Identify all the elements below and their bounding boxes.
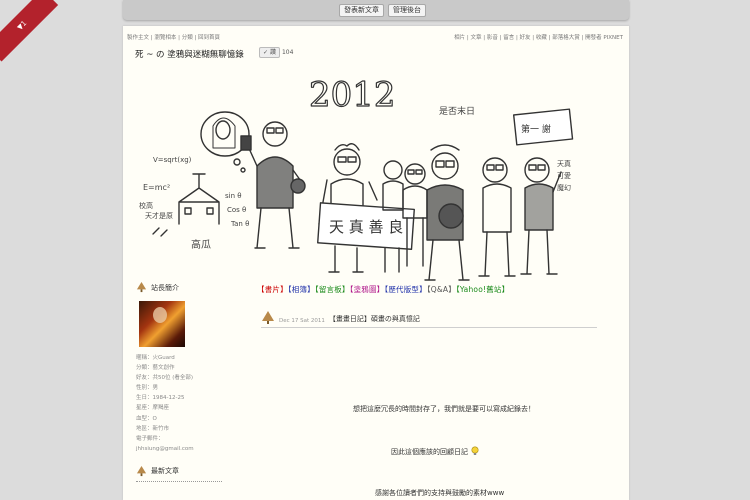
post-paragraph-2: 因此這個應該的回顧日記 [391, 448, 468, 456]
blog-title[interactable]: 死 ~ の 塗鴉與迷糊無聊憶錄 [135, 48, 244, 60]
doodle-note-2: 天才是原 [145, 211, 173, 220]
banner-sign2-c: 可愛 [557, 171, 571, 180]
banner-sign-text: 天 真 善 良 [329, 218, 403, 236]
nav-link-doodles[interactable]: 【塗鴉圖】 [350, 285, 385, 294]
doodle-formula-3: sin θ [225, 192, 242, 200]
profile-zodiac: 星座：摩羯座 [136, 405, 170, 412]
post-paragraph-1: 想把這麼冗長的時間封存了，我們就是要可以寫成紀錄去！ [353, 405, 535, 413]
recent-posts-title: 最新文章 [151, 467, 179, 476]
lightbulb-icon [471, 446, 479, 455]
doodle-note-1: 校高 [139, 201, 153, 210]
banner-year-note: 是否末日 [439, 105, 475, 117]
post-paragraph-3: 感謝各位讀者們的支持與鼓勵的素材www [375, 489, 505, 497]
sidebar: 站長簡介 暱稱：火Guard 分類：藝文創作 好友：共50位 (看全部) 性別：… [136, 282, 246, 482]
breadcrumb[interactable]: 製作主文 | 瀏覽相本 | 分類 | 回到首頁 [127, 33, 220, 41]
profile-info: 暱稱：火Guard 分類：藝文創作 好友：共50位 (看全部) 性別：男 生日：… [136, 353, 246, 454]
nav-link-yahoo[interactable]: 【Yahoo!舊站】 [456, 285, 509, 294]
nav-link-qa[interactable]: 【Q&A】 [427, 285, 456, 294]
banner-sign2-b: 天真 [557, 159, 571, 168]
profile-section-header: 站長簡介 [136, 282, 246, 293]
header-banner-drawing: 2012 是否末日 V=sqrt(xg) E=mc² sin θ Cos θ T… [139, 74, 574, 281]
tree-icon [262, 311, 274, 324]
main-content: 【書片】【相簿】【留言板】【塗鴉圖】【歷代版型】【Q&A】【Yahoo!舊站】 … [257, 284, 597, 497]
like-label: 讚 [269, 49, 276, 56]
corner-badge[interactable]: ▼1 [0, 0, 59, 62]
nav-link-themes[interactable]: 【歷代版型】 [384, 285, 426, 294]
like-button[interactable]: ✓ 讚 [259, 47, 280, 58]
tree-icon [136, 282, 147, 293]
doodle-formula-4: Cos θ [227, 206, 246, 214]
nav-link-photos[interactable]: 【書片】 [257, 285, 288, 294]
nav-link-guestbook[interactable]: 【留言板】 [315, 285, 350, 294]
profile-friends[interactable]: 好友：共50位 (看全部) [136, 373, 246, 383]
profile-category[interactable]: 分類：藝文創作 [136, 363, 246, 373]
doodle-formula-2: E=mc² [143, 183, 170, 192]
banner-year: 2012 [309, 75, 396, 115]
doodle-formula-5: Tan θ [230, 220, 249, 228]
blog-page: 製作主文 | 瀏覽相本 | 分類 | 回到首頁 相片 | 文章 | 影音 | 留… [123, 26, 629, 500]
avatar[interactable] [139, 301, 185, 347]
like-count: 104 [281, 49, 294, 56]
admin-button[interactable]: 管理後台 [388, 4, 426, 17]
post-paragraph-2-wrap: 因此這個應該的回顧日記 [391, 446, 480, 457]
profile-blood-type: 血型：O [136, 415, 157, 422]
nav-link-albums[interactable]: 【相簿】 [288, 285, 315, 294]
user-menu[interactable]: 相片 | 文章 | 影音 | 留言 | 好友 | 收藏 | 部落格大賞 | 開發… [454, 33, 623, 41]
doodle-formula-1: V=sqrt(xg) [153, 156, 192, 164]
post-title[interactable]: 【畫畫日記】碩畫の與真憶記 [329, 314, 420, 324]
profile-nickname: 暱稱：火Guard [136, 355, 175, 361]
doodle-note-3: 高瓜 [191, 238, 211, 251]
tree-icon [136, 465, 147, 477]
profile-section-title: 站長簡介 [151, 283, 179, 292]
banner-sign2-a: 第一 謝 [521, 123, 551, 135]
new-post-button[interactable]: 發表新文章 [339, 4, 384, 17]
profile-email[interactable]: jhhsiung@gmail.com [136, 444, 246, 454]
post-header: Dec 17 Sat 2011 【畫畫日記】碩畫の與真憶記 [261, 311, 595, 325]
divider [136, 480, 222, 482]
banner-sign2-d: 魔幻 [557, 183, 571, 192]
profile-email-label: 電子郵件： [136, 435, 164, 442]
top-toolbar: 發表新文章 管理後台 [123, 0, 629, 20]
quick-nav: 【書片】【相簿】【留言板】【塗鴉圖】【歷代版型】【Q&A】【Yahoo!舊站】 [257, 284, 597, 295]
profile-region: 地區：新竹市 [136, 425, 170, 432]
divider [261, 327, 597, 328]
like-widget: ✓ 讚 104 [259, 47, 293, 58]
profile-gender: 性別：男 [136, 385, 159, 392]
profile-birthday: 生日：1984-12-25 [136, 395, 185, 402]
recent-posts-header: 最新文章 [136, 465, 246, 477]
post-date: Dec 17 Sat 2011 [279, 318, 325, 324]
